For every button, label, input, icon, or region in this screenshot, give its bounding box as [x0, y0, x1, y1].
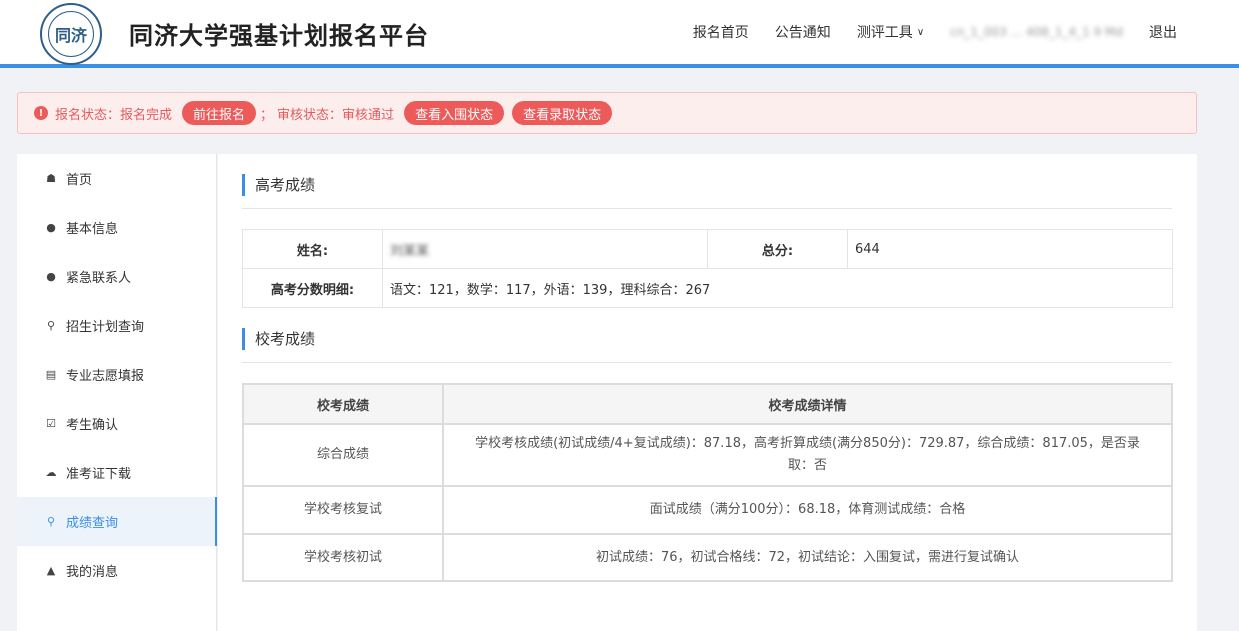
- sidebar-item-label: 成绩查询: [66, 516, 119, 531]
- school-score-table: 校考成绩 校考成绩详情 综合成绩 学校考核成绩(初试成绩/4+复试成绩)：87.…: [242, 383, 1173, 582]
- sidebar-item-score-query[interactable]: ⚲ 成绩查询: [17, 497, 217, 546]
- row-detail: 面试成绩（满分100分）：68.18，体育测试成绩：合格: [442, 485, 1173, 535]
- sidebar-item-label: 考生确认: [66, 418, 119, 433]
- view-admission-button[interactable]: 查看录取状态: [512, 101, 613, 125]
- table-header-row: 校考成绩 校考成绩详情: [242, 383, 1173, 425]
- site-title: 同济大学强基计划报名平台: [129, 22, 429, 50]
- sidebar-item-label: 招生计划查询: [66, 320, 145, 335]
- gaokao-score-table: 姓名: 刘某某 总分: 644 高考分数明细: 语文：121，数学：117，外语…: [242, 229, 1173, 308]
- checkbox-icon: ☑: [46, 417, 56, 430]
- header: 同济 同济大学强基计划报名平台 报名首页 公告通知 测评工具 ∨ cn_1_00…: [0, 0, 1239, 68]
- divider: [242, 208, 1172, 209]
- status-separator: ；: [260, 107, 274, 123]
- sidebar-item-home[interactable]: ☗ 首页: [17, 154, 216, 203]
- column-header: 校考成绩: [242, 383, 444, 425]
- row-detail: 学校考核成绩(初试成绩/4+复试成绩)：87.18，高考折算成绩(满分850分)…: [442, 423, 1173, 487]
- chevron-down-icon: ∨: [916, 26, 925, 38]
- cloud-download-icon: ☁: [45, 466, 57, 479]
- sidebar-item-messages[interactable]: ▲ 我的消息: [17, 546, 216, 595]
- search-icon: ⚲: [46, 319, 56, 332]
- info-icon: !: [34, 106, 48, 120]
- sidebar-item-admit-card[interactable]: ☁ 准考证下载: [17, 448, 216, 497]
- sidebar-item-basic-info[interactable]: ● 基本信息: [17, 203, 216, 252]
- sidebar-item-label: 我的消息: [66, 565, 119, 580]
- row-name: 学校考核复试: [242, 485, 444, 535]
- sidebar-item-major-preference[interactable]: ▤ 专业志愿填报: [17, 350, 216, 399]
- status-alert: ! 报名状态：报名完成 前往报名 ； 审核状态：审核通过 查看入围状态 查看录取…: [17, 92, 1197, 134]
- name-label: 姓名:: [242, 229, 383, 269]
- nav-tools-label: 测评工具: [856, 25, 913, 41]
- sidebar-item-label: 首页: [66, 173, 93, 188]
- sidebar-item-label: 紧急联系人: [66, 271, 132, 286]
- total-label: 总分:: [707, 229, 848, 269]
- total-value: 644: [847, 229, 1173, 269]
- table-row: 学校考核初试 初试成绩：76，初试合格线：72，初试结论：入围复试，需进行复试确…: [242, 533, 1173, 582]
- nav-username[interactable]: cn_1_003 ... 408_1_4_1 9 Md: [950, 25, 1123, 39]
- row-name: 综合成绩: [242, 423, 444, 487]
- divider: [242, 362, 1172, 363]
- table-row: 综合成绩 学校考核成绩(初试成绩/4+复试成绩)：87.18，高考折算成绩(满分…: [242, 423, 1173, 487]
- view-shortlist-button[interactable]: 查看入围状态: [404, 101, 505, 125]
- review-status: 审核状态：审核通过: [277, 107, 395, 123]
- sidebar-item-label: 基本信息: [66, 222, 119, 237]
- detail-value: 语文：121，数学：117，外语：139，理科综合：267: [382, 268, 1173, 308]
- gaokao-section-title: 高考成绩: [242, 174, 315, 196]
- row-name: 学校考核初试: [242, 533, 444, 582]
- table-row: 高考分数明细: 语文：121，数学：117，外语：139，理科综合：267: [242, 268, 1173, 308]
- registration-status: 报名状态：报名完成: [55, 107, 173, 123]
- sidebar-item-candidate-confirm[interactable]: ☑ 考生确认: [17, 399, 216, 448]
- goto-registration-button[interactable]: 前往报名: [182, 101, 257, 125]
- user-icon: ●: [46, 270, 56, 283]
- university-logo[interactable]: 同济: [40, 3, 102, 65]
- user-icon: ●: [46, 221, 56, 234]
- bell-icon: ▲: [46, 564, 56, 577]
- sidebar-item-label: 准考证下载: [66, 467, 132, 482]
- school-section-title: 校考成绩: [242, 328, 315, 350]
- sidebar-item-label: 专业志愿填报: [66, 369, 145, 384]
- search-icon: ⚲: [46, 515, 56, 528]
- sidebar-item-emergency-contact[interactable]: ● 紧急联系人: [17, 252, 216, 301]
- form-icon: ▤: [45, 368, 57, 381]
- detail-label: 高考分数明细:: [242, 268, 383, 308]
- nav-logout[interactable]: 退出: [1149, 22, 1177, 42]
- column-header: 校考成绩详情: [442, 383, 1173, 425]
- name-value: 刘某某: [382, 229, 708, 269]
- table-row: 姓名: 刘某某 总分: 644: [242, 229, 1173, 269]
- row-detail: 初试成绩：76，初试合格线：72，初试结论：入围复试，需进行复试确认: [442, 533, 1173, 582]
- home-icon: ☗: [46, 172, 56, 185]
- nav-tools[interactable]: 测评工具 ∨: [857, 22, 924, 42]
- nav-home[interactable]: 报名首页: [693, 22, 749, 42]
- table-row: 学校考核复试 面试成绩（满分100分）：68.18，体育测试成绩：合格: [242, 485, 1173, 535]
- sidebar-item-enrollment-plan[interactable]: ⚲ 招生计划查询: [17, 301, 216, 350]
- sidebar: ☗ 首页 ● 基本信息 ● 紧急联系人 ⚲ 招生计划查询 ▤ 专业志愿填报 ☑ …: [17, 154, 217, 631]
- main-content: 高考成绩 姓名: 刘某某 总分: 644 高考分数明细: 语文：121，数学：1…: [218, 154, 1197, 631]
- nav-notice[interactable]: 公告通知: [775, 22, 831, 42]
- top-nav: 报名首页 公告通知 测评工具 ∨ cn_1_003 ... 408_1_4_1 …: [667, 22, 1177, 42]
- logo-emblem: 同济: [48, 11, 94, 57]
